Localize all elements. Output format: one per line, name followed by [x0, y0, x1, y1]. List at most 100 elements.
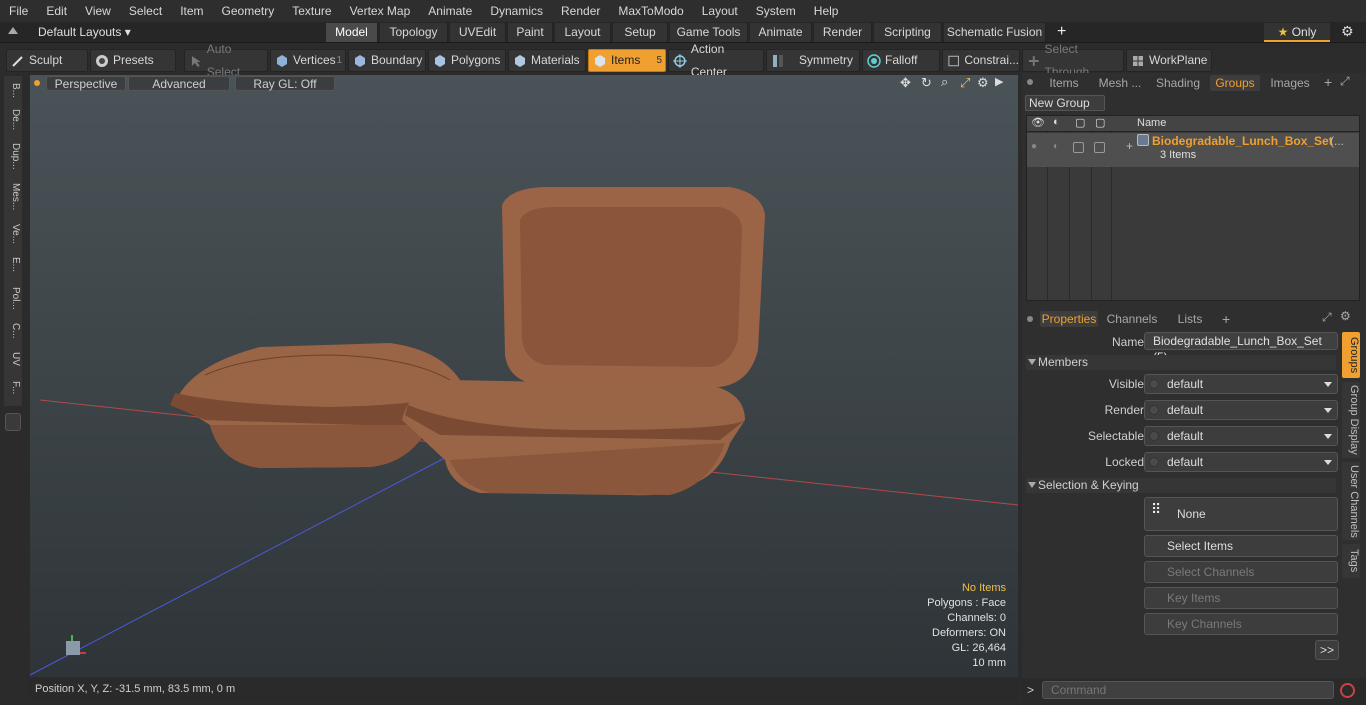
- key-items-button[interactable]: Key Items: [1144, 587, 1338, 609]
- materials-button[interactable]: Materials: [508, 49, 586, 72]
- row-select-checkbox[interactable]: [1094, 142, 1105, 153]
- visible-dropdown[interactable]: default: [1144, 374, 1338, 394]
- left-tab-ve[interactable]: Ve...: [5, 220, 21, 248]
- add-panel-tab-button[interactable]: +: [1324, 74, 1332, 90]
- tab-topology[interactable]: Topology: [380, 23, 448, 42]
- select-items-button[interactable]: Select Items: [1144, 535, 1338, 557]
- record-icon[interactable]: [1340, 683, 1355, 698]
- tab-mesh[interactable]: Mesh ...: [1092, 75, 1148, 91]
- menu-render[interactable]: Render: [552, 0, 609, 22]
- more-button[interactable]: >>: [1315, 640, 1339, 660]
- menu-file[interactable]: File: [0, 0, 37, 22]
- left-tab-de[interactable]: De...: [5, 106, 21, 134]
- vtab-user-channels[interactable]: User Channels: [1342, 462, 1360, 540]
- column-name[interactable]: Name: [1137, 117, 1166, 129]
- tab-render[interactable]: Render: [814, 23, 872, 42]
- sculpt-button[interactable]: Sculpt: [6, 49, 88, 72]
- group-row[interactable]: ● ◐ + Biodegradable_Lunch_Box_Set (... 3…: [1027, 133, 1359, 167]
- tab-layout[interactable]: Layout: [555, 23, 611, 42]
- tab-uvedit[interactable]: UVEdit: [450, 23, 506, 42]
- vtab-group-display[interactable]: Group Display: [1342, 382, 1360, 458]
- menu-system[interactable]: System: [747, 0, 805, 22]
- tab-scripting[interactable]: Scripting: [874, 23, 942, 42]
- left-tab-uv[interactable]: UV: [5, 348, 21, 370]
- tab-items[interactable]: Items: [1042, 75, 1086, 91]
- select-channels-button[interactable]: Select Channels: [1144, 561, 1338, 583]
- menu-view[interactable]: View: [76, 0, 120, 22]
- action-center-button[interactable]: Action Center: [668, 42, 764, 79]
- vertices-button[interactable]: Vertices 1: [270, 49, 346, 72]
- boundary-button[interactable]: Boundary: [348, 49, 426, 72]
- items-button[interactable]: Items 5: [588, 49, 666, 72]
- falloff-button[interactable]: Falloff: [862, 49, 940, 72]
- none-button[interactable]: ⠿ None: [1144, 497, 1338, 531]
- command-input[interactable]: [1042, 681, 1334, 699]
- render-icon[interactable]: ◐: [1053, 116, 1060, 128]
- left-tab-f[interactable]: F...: [5, 374, 21, 402]
- tab-paint[interactable]: Paint: [508, 23, 553, 42]
- render-dropdown[interactable]: default: [1144, 400, 1338, 420]
- tab-setup[interactable]: Setup: [613, 23, 668, 42]
- key-channels-button[interactable]: Key Channels: [1144, 613, 1338, 635]
- symmetry-button[interactable]: Symmetry: [766, 49, 860, 72]
- menu-help[interactable]: Help: [805, 0, 848, 22]
- workplane-button[interactable]: WorkPlane: [1126, 49, 1212, 72]
- layouts-dropdown[interactable]: Default Layouts ▾: [38, 24, 131, 41]
- presets-button[interactable]: Presets: [90, 49, 176, 72]
- tab-groups[interactable]: Groups: [1210, 75, 1260, 91]
- menu-maxtomodo[interactable]: MaxToModo: [609, 0, 692, 22]
- members-section[interactable]: Members: [1026, 355, 1336, 370]
- locked-dropdown[interactable]: default: [1144, 452, 1338, 472]
- tab-channels[interactable]: Channels: [1106, 311, 1158, 327]
- left-tab-pol[interactable]: Pol...: [5, 282, 21, 314]
- row-eye-icon[interactable]: ●: [1031, 141, 1037, 152]
- vtab-tags[interactable]: Tags: [1342, 544, 1360, 578]
- name-field[interactable]: Biodegradable_Lunch_Box_Set (5): [1144, 332, 1338, 364]
- left-tab-c[interactable]: C...: [5, 318, 21, 344]
- menu-vertex-map[interactable]: Vertex Map: [341, 0, 420, 22]
- layout-menu-icon[interactable]: [8, 27, 18, 34]
- menu-layout[interactable]: Layout: [693, 0, 747, 22]
- gear-icon[interactable]: ⚙: [1341, 23, 1354, 40]
- select-through-button[interactable]: Select Through: [1022, 42, 1124, 79]
- left-tab-e[interactable]: E...: [5, 252, 21, 278]
- props-gear-icon[interactable]: ⚙: [1340, 309, 1351, 323]
- menu-animate[interactable]: Animate: [419, 0, 481, 22]
- tab-model[interactable]: Model: [326, 23, 378, 42]
- menu-texture[interactable]: Texture: [283, 0, 340, 22]
- group-name[interactable]: Biodegradable_Lunch_Box_Set: [1152, 134, 1333, 148]
- selection-keying-section[interactable]: Selection & Keying: [1026, 478, 1336, 493]
- vtab-groups[interactable]: Groups: [1342, 332, 1360, 378]
- panel-expand-icon[interactable]: ⤢: [1340, 74, 1350, 89]
- left-tab-b[interactable]: B...: [5, 80, 21, 102]
- row-lock-checkbox[interactable]: [1073, 142, 1084, 153]
- polygons-button[interactable]: Polygons: [428, 49, 506, 72]
- row-render-icon[interactable]: ◐: [1053, 141, 1059, 152]
- tab-properties[interactable]: Properties: [1040, 311, 1098, 327]
- auto-select-button[interactable]: Auto Select: [184, 42, 268, 79]
- left-toggle-button[interactable]: [5, 413, 21, 431]
- expand-plus-icon[interactable]: +: [1126, 139, 1133, 153]
- left-tab-mes[interactable]: Mes...: [5, 178, 21, 216]
- lock-icon[interactable]: ▢: [1075, 116, 1085, 129]
- tab-lists[interactable]: Lists: [1164, 311, 1216, 327]
- eye-icon[interactable]: 👁: [1031, 116, 1045, 129]
- panel-dot-icon[interactable]: [1027, 79, 1033, 85]
- menu-edit[interactable]: Edit: [37, 0, 76, 22]
- constraints-button[interactable]: Constrai...: [942, 49, 1020, 72]
- viewport-3d[interactable]: Perspective Advanced Ray GL: Off ✥ ↻ ⌕ ⤢…: [30, 75, 1018, 677]
- only-toggle[interactable]: ★ Only: [1264, 23, 1330, 42]
- left-tab-dup[interactable]: Dup...: [5, 138, 21, 174]
- add-props-tab-button[interactable]: +: [1222, 311, 1230, 327]
- select-icon[interactable]: ▢: [1095, 116, 1105, 129]
- selectable-dropdown[interactable]: default: [1144, 426, 1338, 446]
- tab-schematic-fusion[interactable]: Schematic Fusion: [944, 23, 1046, 42]
- menu-geometry[interactable]: Geometry: [213, 0, 284, 22]
- props-expand-icon[interactable]: ⤢: [1322, 310, 1332, 325]
- props-dot-icon[interactable]: [1027, 316, 1033, 322]
- menu-item[interactable]: Item: [171, 0, 212, 22]
- new-group-button[interactable]: New Group: [1025, 95, 1105, 111]
- tab-images[interactable]: Images: [1264, 75, 1316, 91]
- tab-shading[interactable]: Shading: [1152, 75, 1204, 91]
- menu-dynamics[interactable]: Dynamics: [481, 0, 552, 22]
